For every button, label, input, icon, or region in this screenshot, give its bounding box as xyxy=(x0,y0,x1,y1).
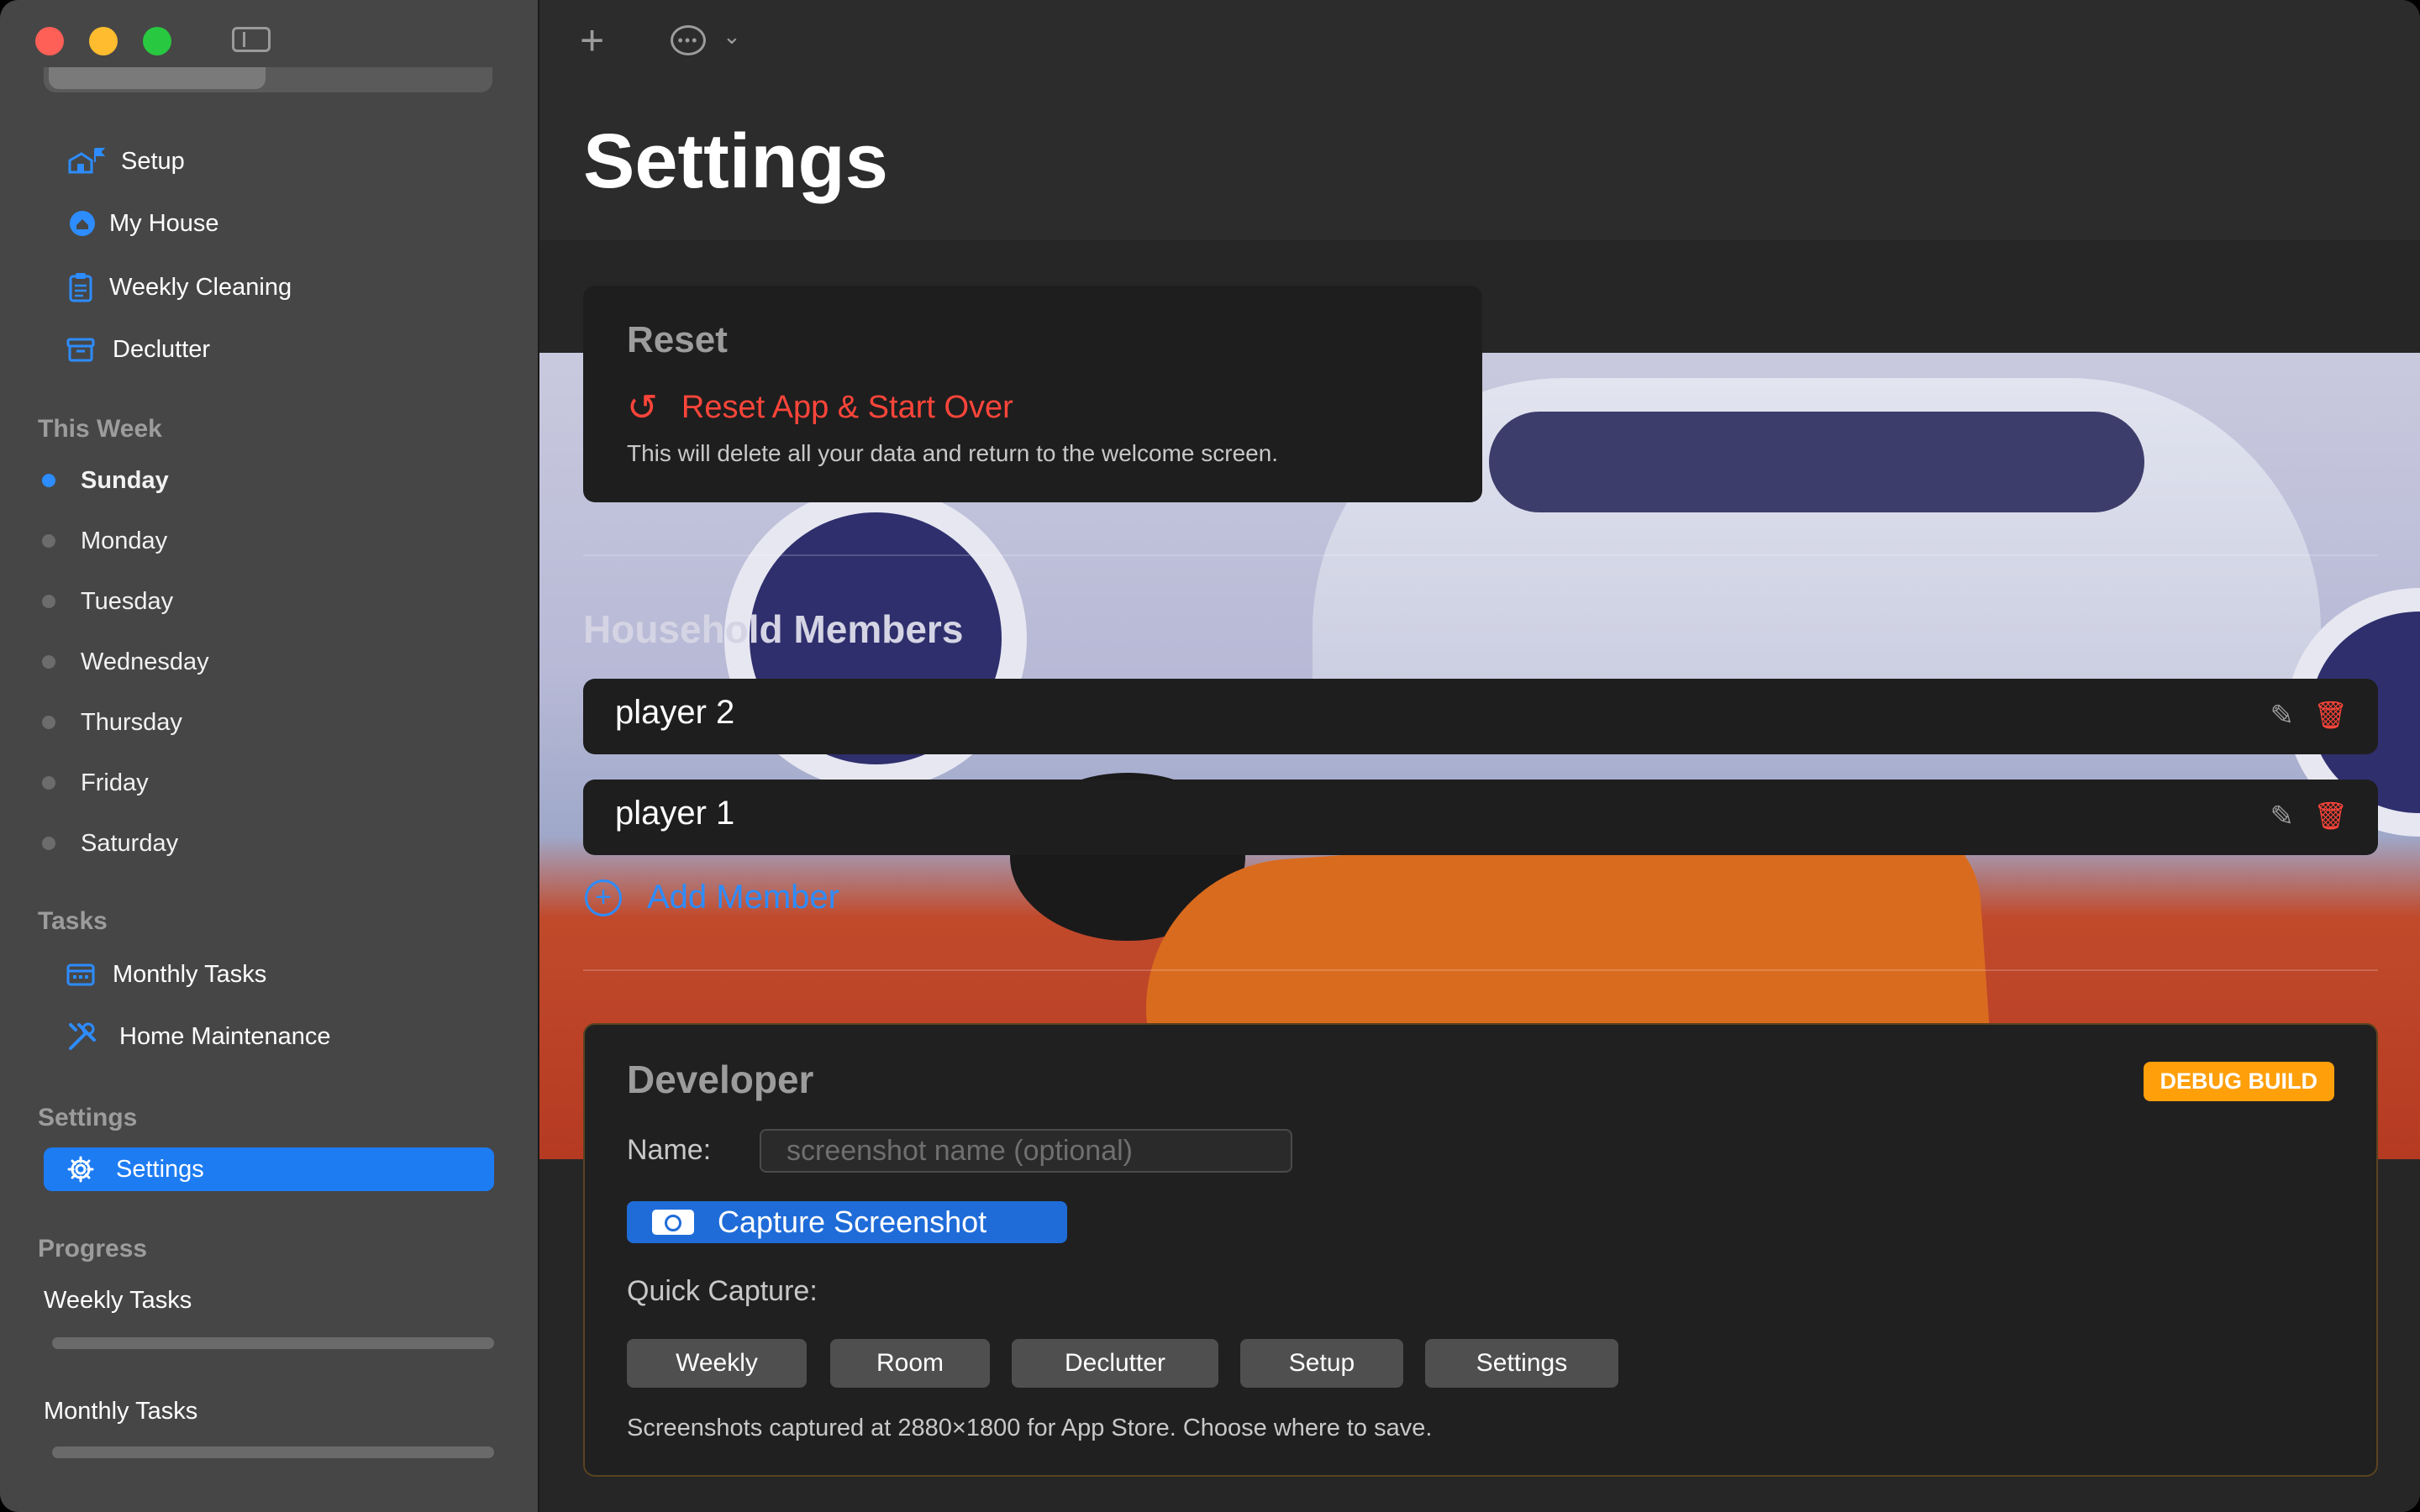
plus-circle-icon: + xyxy=(585,879,622,916)
reset-app-button[interactable]: ↺ Reset App & Start Over xyxy=(627,386,1013,429)
active-dot-icon xyxy=(42,474,55,487)
day-item-sunday[interactable]: Sunday xyxy=(42,462,169,499)
add-icon[interactable]: + xyxy=(580,17,604,64)
capture-label: Capture Screenshot xyxy=(718,1205,987,1239)
close-window-button[interactable] xyxy=(35,27,64,55)
trash-icon[interactable]: 🗑 xyxy=(2313,699,2348,731)
more-options-icon[interactable]: ••• xyxy=(671,25,706,55)
member-row-player-1[interactable]: player 1 ✎ 🗑 xyxy=(583,780,2378,855)
reset-description: This will delete all your data and retur… xyxy=(627,440,1279,466)
household-heading: Household Members xyxy=(583,607,964,651)
sidebar-item-label: Weekly Cleaning xyxy=(109,273,292,301)
segmented-control[interactable] xyxy=(44,67,492,92)
developer-card: Developer DEBUG BUILD Name: Capture Scre… xyxy=(583,1023,2378,1477)
day-item-thursday[interactable]: Thursday xyxy=(42,704,182,741)
chevron-down-icon[interactable]: ⌄ xyxy=(723,24,741,50)
sidebar-item-label: Setup xyxy=(121,147,185,175)
dot-icon xyxy=(42,716,55,729)
sidebar-item-label: My House xyxy=(109,209,219,237)
divider xyxy=(583,969,2378,971)
debug-build-badge: DEBUG BUILD xyxy=(2143,1062,2334,1101)
screenshot-name-input[interactable] xyxy=(760,1129,1292,1173)
wrench-screwdriver-icon xyxy=(62,1020,103,1053)
day-item-friday[interactable]: Friday xyxy=(42,764,149,801)
house-circle-icon xyxy=(62,207,103,240)
dot-icon xyxy=(42,837,55,850)
progress-bar-weekly xyxy=(52,1337,494,1349)
sidebar-item-declutter[interactable]: Declutter xyxy=(44,326,492,373)
gear-icon xyxy=(67,1156,94,1183)
divider xyxy=(583,554,2378,556)
quick-capture-label: Quick Capture: xyxy=(627,1275,818,1307)
clipboard-icon xyxy=(60,270,101,304)
reset-card: Reset ↺ Reset App & Start Over This will… xyxy=(583,286,1482,502)
dot-icon xyxy=(42,776,55,790)
sidebar-item-label: Home Maintenance xyxy=(119,1022,331,1050)
quick-capture-declutter-button[interactable]: Declutter xyxy=(1012,1339,1218,1388)
zoom-window-button[interactable] xyxy=(143,27,171,55)
day-item-monday[interactable]: Monday xyxy=(42,522,167,559)
dot-icon xyxy=(42,655,55,669)
quick-capture-weekly-button[interactable]: Weekly xyxy=(627,1339,807,1388)
section-heading-progress: Progress xyxy=(38,1235,148,1263)
member-name: player 2 xyxy=(615,694,735,731)
day-item-wednesday[interactable]: Wednesday xyxy=(42,643,209,680)
sidebar-item-home-maintenance[interactable]: Home Maintenance xyxy=(44,1013,492,1060)
sidebar: Setup My House Weekly Cleaning Declutter… xyxy=(0,0,539,1512)
reset-heading: Reset xyxy=(627,319,728,360)
sidebar-item-my-house[interactable]: My House xyxy=(44,200,492,247)
pencil-icon[interactable]: ✎ xyxy=(2270,699,2295,732)
section-heading-this-week: This Week xyxy=(38,415,162,443)
progress-bar-monthly xyxy=(52,1446,494,1458)
segment-selected[interactable] xyxy=(49,67,266,89)
quick-capture-settings-button[interactable]: Settings xyxy=(1425,1339,1618,1388)
house-flag-icon xyxy=(66,144,106,178)
sidebar-toggle-icon[interactable] xyxy=(232,27,271,52)
camera-icon xyxy=(652,1210,694,1235)
sidebar-item-label: Declutter xyxy=(113,335,211,363)
sidebar-item-setup[interactable]: Setup xyxy=(44,138,492,185)
background-shape xyxy=(1489,412,2144,512)
section-heading-tasks: Tasks xyxy=(38,907,108,935)
developer-heading: Developer xyxy=(627,1058,814,1101)
day-item-tuesday[interactable]: Tuesday xyxy=(42,583,173,620)
sidebar-item-monthly-tasks[interactable]: Monthly Tasks xyxy=(44,951,492,998)
sidebar-item-settings[interactable]: Settings xyxy=(44,1147,494,1191)
calendar-icon xyxy=(60,958,101,991)
app-window: Setup My House Weekly Cleaning Declutter… xyxy=(0,0,2420,1512)
progress-label-monthly: Monthly Tasks xyxy=(44,1398,198,1425)
developer-footer-note: Screenshots captured at 2880×1800 for Ap… xyxy=(627,1415,1433,1441)
add-member-label: Add Member xyxy=(647,879,839,916)
name-label: Name: xyxy=(627,1134,712,1166)
day-item-saturday[interactable]: Saturday xyxy=(42,825,178,862)
add-member-button[interactable]: + Add Member xyxy=(585,879,839,916)
progress-label-weekly: Weekly Tasks xyxy=(44,1287,192,1314)
capture-screenshot-button[interactable]: Capture Screenshot xyxy=(627,1201,1067,1243)
page-title: Settings xyxy=(583,118,888,204)
main-content: + ••• ⌄ Settings Reset ↺ Reset App & Sta… xyxy=(539,0,2420,1512)
member-row-player-2[interactable]: player 2 ✎ 🗑 xyxy=(583,679,2378,754)
quick-capture-setup-button[interactable]: Setup xyxy=(1240,1339,1403,1388)
section-heading-settings: Settings xyxy=(38,1104,138,1131)
dot-icon xyxy=(42,595,55,608)
reset-app-label: Reset App & Start Over xyxy=(681,390,1013,425)
sidebar-item-weekly-cleaning[interactable]: Weekly Cleaning xyxy=(44,264,492,311)
member-name: player 1 xyxy=(615,795,735,832)
sidebar-item-label: Settings xyxy=(116,1155,204,1183)
dot-icon xyxy=(42,534,55,548)
sidebar-item-label: Monthly Tasks xyxy=(113,960,267,988)
pencil-icon[interactable]: ✎ xyxy=(2270,800,2295,833)
minimize-window-button[interactable] xyxy=(89,27,118,55)
quick-capture-room-button[interactable]: Room xyxy=(830,1339,990,1388)
trash-icon[interactable]: 🗑 xyxy=(2313,800,2348,832)
reset-arrow-icon: ↺ xyxy=(627,387,658,428)
archive-box-icon xyxy=(60,333,101,366)
